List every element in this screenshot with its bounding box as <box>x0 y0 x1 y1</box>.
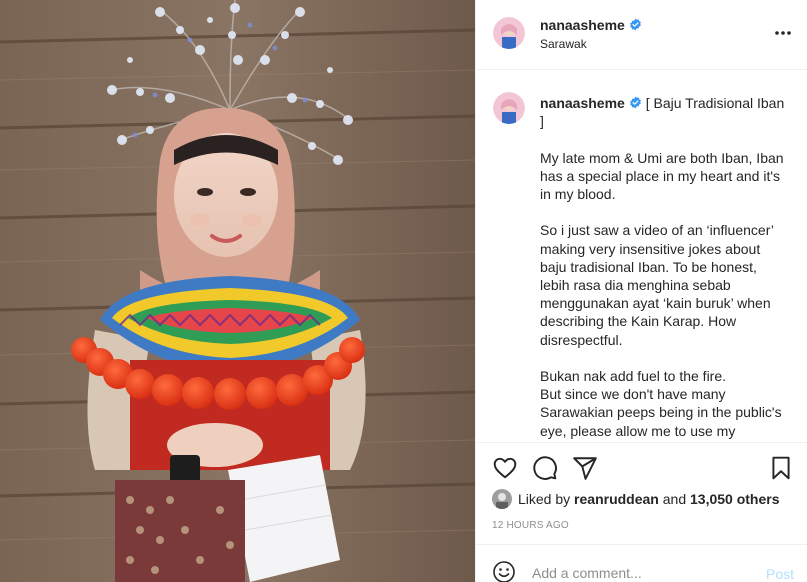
bookmark-icon[interactable] <box>768 455 794 481</box>
more-options-icon[interactable] <box>774 30 792 36</box>
caption-text: [ Baju Tradisional Iban ] My late mom & … <box>540 95 785 439</box>
add-comment-bar: Post <box>476 544 807 582</box>
caption-author-avatar[interactable] <box>493 92 525 124</box>
share-icon[interactable] <box>572 455 598 481</box>
post-photo[interactable] <box>0 0 475 582</box>
verified-badge-icon <box>629 96 641 109</box>
caption-area: nanaasheme [ Baju Tradisional Iban ] My … <box>476 70 807 442</box>
instagram-post: nanaasheme Sarawak nanaasheme [ Baju Tra… <box>0 0 807 582</box>
post-location[interactable]: Sarawak <box>540 37 587 51</box>
author-username-row[interactable]: nanaasheme <box>540 17 642 33</box>
author-avatar[interactable] <box>493 17 525 49</box>
likes-prefix: Liked by <box>518 491 571 507</box>
likes-joiner: and <box>662 491 687 507</box>
caption-text-block: nanaasheme [ Baju Tradisional Iban ] My … <box>540 94 788 440</box>
post-actions: Liked by reanruddean and 13,050 others 1… <box>476 442 807 582</box>
verified-badge-icon <box>629 18 641 31</box>
photo-illustration <box>0 0 475 582</box>
liker-avatar[interactable] <box>492 489 512 509</box>
likes-others-link[interactable]: 13,050 others <box>690 491 780 507</box>
post-comment-button[interactable]: Post <box>766 566 794 582</box>
avatar-image <box>492 489 512 509</box>
avatar-image <box>493 92 525 124</box>
post-header: nanaasheme Sarawak <box>476 0 807 70</box>
avatar-image <box>493 17 525 49</box>
liker-username[interactable]: reanruddean <box>574 491 659 507</box>
comment-icon[interactable] <box>532 455 558 481</box>
heart-icon[interactable] <box>492 455 518 481</box>
author-username[interactable]: nanaasheme <box>540 17 625 33</box>
emoji-icon[interactable] <box>492 560 516 582</box>
likes-summary: Liked by reanruddean and 13,050 others <box>492 489 780 509</box>
post-side-panel: nanaasheme Sarawak nanaasheme [ Baju Tra… <box>475 0 807 582</box>
comment-input[interactable] <box>532 565 752 581</box>
caption-username[interactable]: nanaasheme <box>540 95 625 111</box>
post-timestamp[interactable]: 12 HOURS AGO <box>492 520 569 531</box>
